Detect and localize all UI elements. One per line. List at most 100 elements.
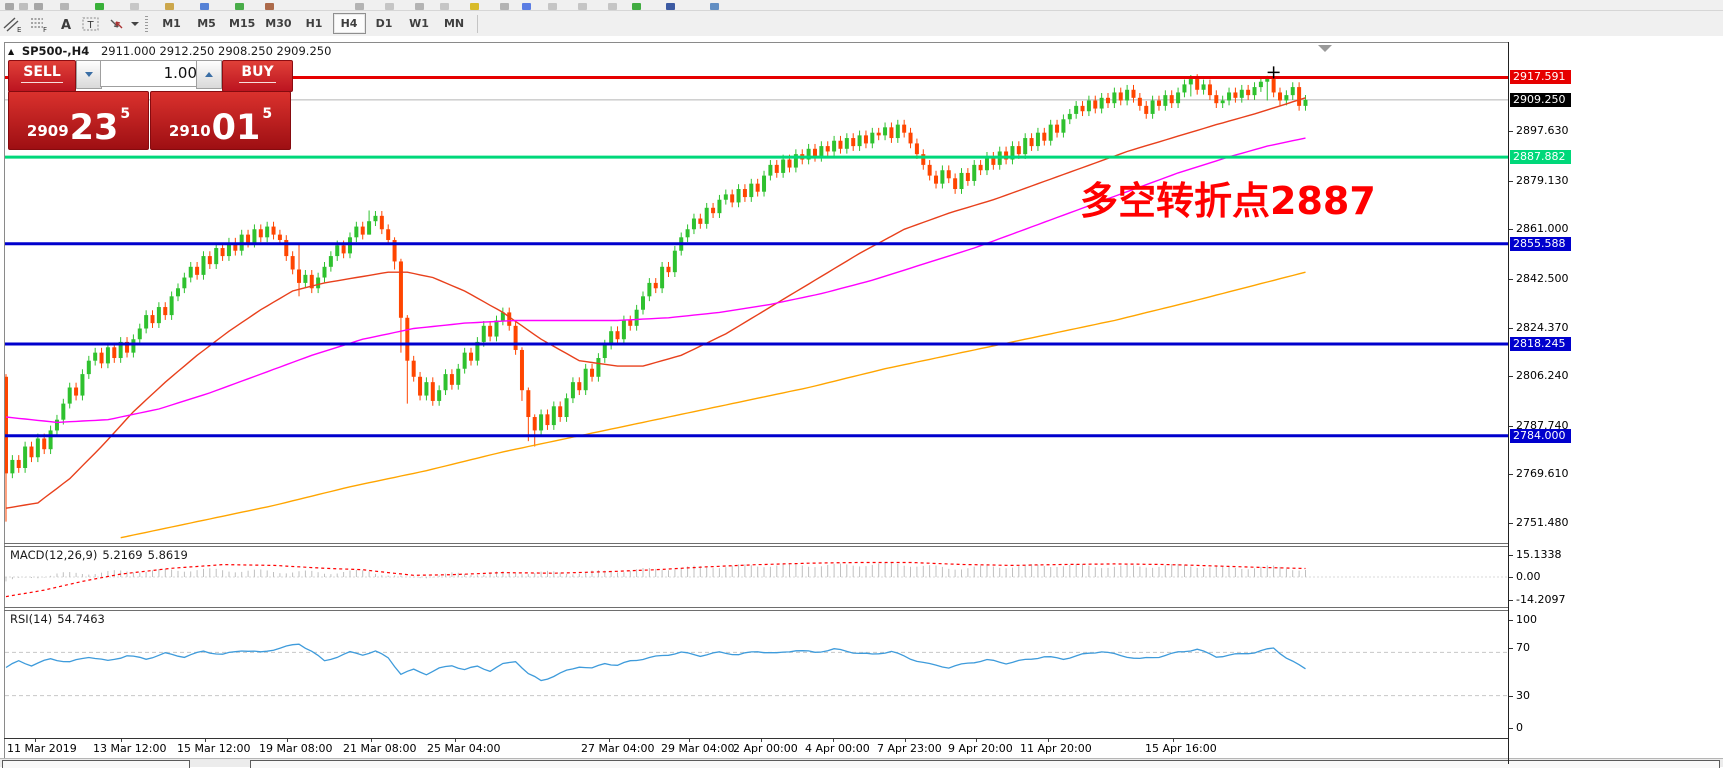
time-axis-label: 13 Mar 12:00 bbox=[93, 742, 166, 755]
candle-body bbox=[654, 283, 658, 288]
label-glyph: T bbox=[87, 20, 95, 31]
arrows-icon[interactable] bbox=[105, 14, 129, 34]
candle-body bbox=[1303, 100, 1307, 106]
clipped-icon bbox=[522, 3, 531, 10]
candle-body bbox=[768, 165, 772, 176]
buy-button[interactable]: BUY bbox=[222, 60, 293, 92]
candle-body bbox=[507, 312, 511, 325]
timeframe-button-H1[interactable]: H1 bbox=[298, 13, 331, 34]
volume-increase-button[interactable] bbox=[196, 60, 222, 89]
volume-decrease-button[interactable] bbox=[76, 60, 102, 89]
macd-panel-canvas[interactable] bbox=[5, 546, 1508, 607]
clipped-icon bbox=[548, 3, 557, 10]
candle-body bbox=[545, 414, 549, 425]
candle-body bbox=[380, 216, 384, 229]
candle-body bbox=[686, 229, 690, 237]
candle-body bbox=[1176, 92, 1180, 103]
candle-body bbox=[151, 315, 155, 323]
volume-input[interactable]: 1.00 bbox=[100, 60, 205, 87]
candle-body bbox=[909, 133, 913, 144]
candle-body bbox=[17, 460, 21, 468]
price-axis[interactable]: 2897.6302879.1302861.0002842.5002824.370… bbox=[1509, 36, 1723, 758]
candle-body bbox=[628, 320, 632, 325]
candle-body bbox=[424, 382, 428, 395]
buy-price-display[interactable]: 2910 01 5 bbox=[150, 91, 291, 150]
candle-body bbox=[838, 141, 842, 149]
candle-body bbox=[870, 133, 874, 144]
price-tick-mark bbox=[1509, 229, 1513, 230]
timeframe-button-W1[interactable]: W1 bbox=[403, 13, 436, 34]
rsi-tick-mark bbox=[1509, 620, 1513, 621]
candle-body bbox=[565, 398, 569, 417]
price-tick-mark bbox=[1509, 426, 1513, 427]
clipped-icon bbox=[165, 3, 174, 10]
chart-shift-triangle-icon bbox=[1318, 45, 1332, 52]
price-level-badge: 2784.000 bbox=[1510, 429, 1571, 443]
candle-body bbox=[1087, 101, 1091, 112]
fibo-glyph: F bbox=[43, 26, 47, 33]
text-glyph: A bbox=[61, 18, 71, 33]
candle-body bbox=[444, 374, 448, 390]
timeframe-button-M30[interactable]: M30 bbox=[261, 13, 295, 34]
rsi-line bbox=[6, 644, 1306, 680]
rsi-indicator-label: RSI(14)54.7463 bbox=[10, 612, 110, 626]
candle-body bbox=[673, 251, 677, 272]
clipped-icon bbox=[95, 3, 104, 10]
candle-body bbox=[55, 420, 59, 431]
timeframe-button-H4[interactable]: H4 bbox=[333, 13, 366, 34]
text-icon[interactable]: A bbox=[53, 14, 77, 34]
price-level-badge: 2909.250 bbox=[1510, 93, 1571, 107]
timeframe-button-M1[interactable]: M1 bbox=[155, 13, 188, 34]
candle-body bbox=[1068, 114, 1072, 119]
candle-body bbox=[412, 361, 416, 377]
candle-body bbox=[182, 278, 186, 289]
equidistant-channel-icon[interactable]: E bbox=[1, 14, 25, 34]
text-label-icon[interactable]: T bbox=[79, 14, 103, 34]
time-axis[interactable]: 11 Mar 201913 Mar 12:0015 Mar 12:0019 Ma… bbox=[5, 739, 1508, 758]
timeframe-button-M5[interactable]: M5 bbox=[190, 13, 223, 34]
candle-body bbox=[252, 229, 256, 242]
chart-annotation-text: 多空转折点2887 bbox=[1080, 179, 1376, 223]
buy-price-pips: 01 bbox=[212, 114, 261, 144]
candle-body bbox=[902, 125, 906, 133]
macd-tick-mark bbox=[1509, 555, 1513, 556]
candle-body bbox=[940, 170, 944, 183]
sell-price-display[interactable]: 2909 23 5 bbox=[8, 91, 149, 150]
candle-body bbox=[1106, 98, 1110, 103]
sell-button[interactable]: SELL bbox=[8, 60, 76, 92]
rsi-value: 54.7463 bbox=[57, 612, 105, 626]
toolbar-grip[interactable] bbox=[145, 16, 148, 32]
candle-body bbox=[915, 143, 919, 154]
price-tick-mark bbox=[1509, 279, 1513, 280]
timeframe-button-MN[interactable]: MN bbox=[438, 13, 471, 34]
time-axis-label: 29 Mar 04:00 bbox=[661, 742, 734, 755]
candle-body bbox=[864, 135, 868, 143]
candle-body bbox=[1163, 95, 1167, 106]
candle-body bbox=[488, 326, 492, 337]
clipped-icon bbox=[355, 3, 364, 10]
candle-body bbox=[1061, 119, 1065, 132]
rsi-panel-canvas[interactable] bbox=[5, 610, 1508, 738]
candle-body bbox=[272, 227, 276, 235]
candle-body bbox=[877, 133, 881, 136]
clipped-icon bbox=[578, 3, 587, 10]
candle-body bbox=[348, 237, 352, 253]
clipped-window-tab bbox=[250, 760, 1720, 768]
timeframe-button-D1[interactable]: D1 bbox=[368, 13, 401, 34]
candle-body bbox=[469, 353, 473, 361]
candle-body bbox=[1151, 101, 1155, 114]
candle-body bbox=[405, 318, 409, 361]
macd-rsi-separator[interactable] bbox=[4, 607, 1723, 608]
arrows-dropdown-caret-icon[interactable] bbox=[131, 22, 139, 26]
main-macd-separator[interactable] bbox=[4, 543, 1723, 544]
macd-tick-mark bbox=[1509, 600, 1513, 601]
macd-signal-value: 5.8619 bbox=[148, 548, 188, 562]
candle-body bbox=[1189, 79, 1193, 84]
timeframe-button-M15[interactable]: M15 bbox=[225, 13, 259, 34]
candle-body bbox=[106, 347, 110, 363]
candle-body bbox=[201, 256, 205, 275]
rsi-tick-mark bbox=[1509, 648, 1513, 649]
price-tick-mark bbox=[1509, 523, 1513, 524]
time-axis-label: 19 Mar 08:00 bbox=[259, 742, 332, 755]
fibonacci-icon[interactable]: F bbox=[27, 14, 51, 34]
